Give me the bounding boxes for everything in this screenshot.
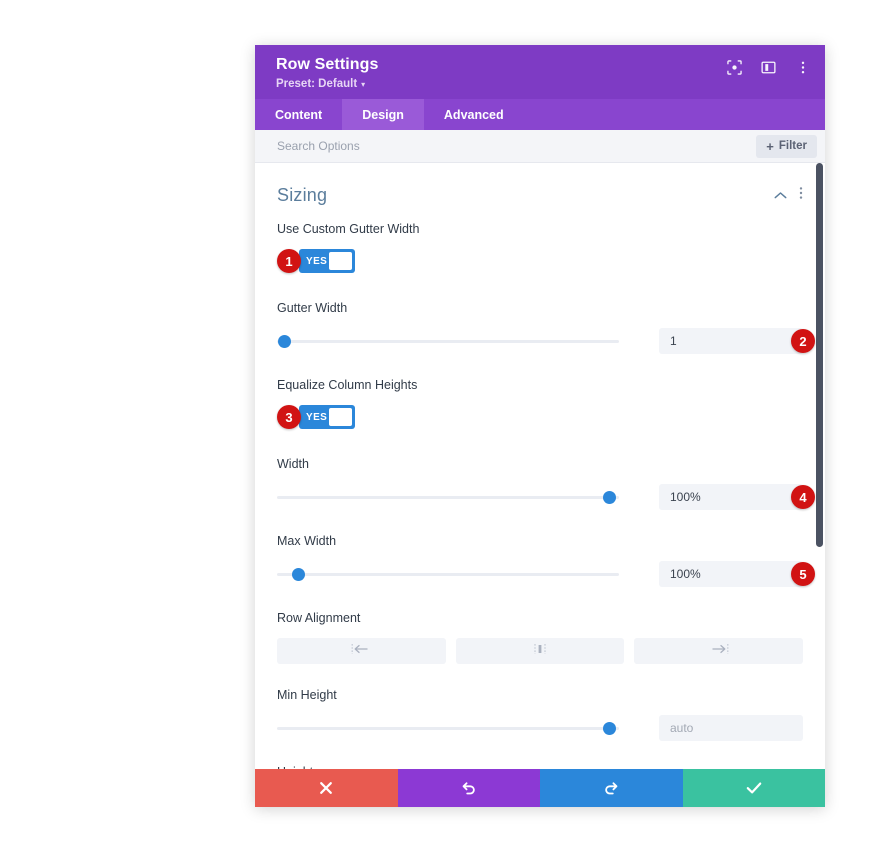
slider-row: 1 2 xyxy=(277,328,815,354)
step-badge-5: 5 xyxy=(791,562,815,586)
row-alignment-group xyxy=(277,638,804,664)
titlebar-icon-group xyxy=(726,59,811,76)
sizing-section-header: Sizing xyxy=(277,163,803,222)
focus-target-icon[interactable] xyxy=(726,59,743,76)
settings-content: Sizing Use Custom Gutter Width 1 YES Gut… xyxy=(255,163,825,769)
tab-bar: Content Design Advanced xyxy=(255,99,825,130)
plus-icon: + xyxy=(766,138,774,154)
slider-track xyxy=(277,573,619,576)
value-input-width[interactable]: 100% xyxy=(659,484,803,510)
slider-gutter-width[interactable] xyxy=(277,334,619,348)
tab-design[interactable]: Design xyxy=(342,99,424,130)
align-left-button[interactable] xyxy=(277,638,446,664)
field-height: Height auto xyxy=(277,765,803,769)
redo-button[interactable] xyxy=(540,769,683,807)
slider-row: 100% 4 xyxy=(277,484,815,510)
chevron-down-icon: ▾ xyxy=(361,80,366,89)
save-button[interactable] xyxy=(682,769,825,807)
undo-button[interactable] xyxy=(397,769,540,807)
field-label: Max Width xyxy=(277,534,337,548)
slider-track xyxy=(277,727,619,730)
scrollbar-track[interactable] xyxy=(814,163,825,769)
search-input[interactable] xyxy=(277,139,757,153)
tab-content[interactable]: Content xyxy=(255,99,342,130)
redo-icon xyxy=(603,780,619,796)
toggle-equalize-column-heights[interactable]: YES xyxy=(299,405,355,429)
slider-width[interactable] xyxy=(277,490,619,504)
field-label: Gutter Width xyxy=(277,301,348,315)
field-max-width: Max Width 100% 5 xyxy=(277,534,815,587)
step-badge-2: 2 xyxy=(791,329,815,353)
filter-button-label: Filter xyxy=(778,140,807,152)
field-label: Equalize Column Heights xyxy=(277,378,418,392)
scrollbar-thumb[interactable] xyxy=(816,163,823,547)
slider-track xyxy=(277,340,619,343)
preset-selector[interactable]: Preset: Default ▾ xyxy=(276,78,807,91)
align-right-icon xyxy=(709,642,729,660)
field-label: Height xyxy=(277,765,803,769)
field-label: Row Alignment xyxy=(277,611,361,625)
toggle-state-label: YES xyxy=(306,255,328,267)
slider-track xyxy=(277,496,619,499)
chevron-up-icon[interactable] xyxy=(774,187,787,205)
modal-titlebar: Row Settings Preset: Default ▾ xyxy=(255,45,825,99)
row-settings-modal: Row Settings Preset: Default ▾ Content D… xyxy=(255,45,825,807)
toggle-knob xyxy=(329,408,352,426)
slider-knob[interactable] xyxy=(602,722,616,735)
step-badge-1: 1 xyxy=(277,249,301,273)
value-input-max-width[interactable]: 100% xyxy=(659,561,803,587)
toggle-row: 3 YES xyxy=(277,405,803,429)
cancel-button[interactable] xyxy=(255,769,398,807)
step-badge-3: 3 xyxy=(277,405,301,429)
slider-knob[interactable] xyxy=(277,335,291,348)
section-icon-group xyxy=(774,186,803,205)
close-icon xyxy=(319,781,333,795)
modal-footer xyxy=(255,769,825,807)
field-equalize-column-heights: Equalize Column Heights 3 YES xyxy=(277,378,803,429)
field-row-alignment: Row Alignment xyxy=(277,611,804,664)
more-vertical-icon[interactable] xyxy=(794,59,811,76)
toggle-state-label: YES xyxy=(306,411,328,423)
slider-row: 100% 5 xyxy=(277,561,815,587)
search-bar: + Filter xyxy=(255,130,825,163)
step-badge-4: 4 xyxy=(791,485,815,509)
preset-label: Preset: Default xyxy=(276,78,358,90)
value-input-gutter-width[interactable]: 1 xyxy=(659,328,803,354)
field-width: Width 100% 4 xyxy=(277,457,815,510)
slider-knob[interactable] xyxy=(602,491,616,504)
undo-icon xyxy=(461,780,477,796)
tab-advanced[interactable]: Advanced xyxy=(424,99,524,130)
field-min-height: Min Height auto xyxy=(277,688,803,741)
toggle-knob xyxy=(329,252,352,270)
field-use-custom-gutter-width: Use Custom Gutter Width 1 YES xyxy=(277,222,803,273)
toggle-use-custom-gutter-width[interactable]: YES xyxy=(299,249,355,273)
field-label: Use Custom Gutter Width xyxy=(277,222,420,236)
toggle-row: 1 YES xyxy=(277,249,803,273)
field-label: Min Height xyxy=(277,688,337,702)
section-title: Sizing xyxy=(277,185,328,205)
filter-button[interactable]: + Filter xyxy=(756,134,817,158)
field-label: Width xyxy=(277,457,309,471)
align-center-icon xyxy=(530,642,550,660)
slider-row: auto xyxy=(277,715,803,741)
align-center-button[interactable] xyxy=(455,638,625,664)
check-icon xyxy=(746,781,762,795)
panel-layout-icon[interactable] xyxy=(760,59,777,76)
align-right-button[interactable] xyxy=(634,638,804,664)
settings-scroll-area: Sizing Use Custom Gutter Width 1 YES Gut… xyxy=(255,163,825,769)
field-gutter-width: Gutter Width 1 2 xyxy=(277,301,815,354)
slider-knob[interactable] xyxy=(291,568,305,581)
slider-min-height[interactable] xyxy=(277,721,619,735)
slider-max-width[interactable] xyxy=(277,567,619,581)
value-input-min-height[interactable]: auto xyxy=(659,715,803,741)
align-left-icon xyxy=(351,642,371,660)
more-vertical-icon[interactable] xyxy=(799,186,803,205)
